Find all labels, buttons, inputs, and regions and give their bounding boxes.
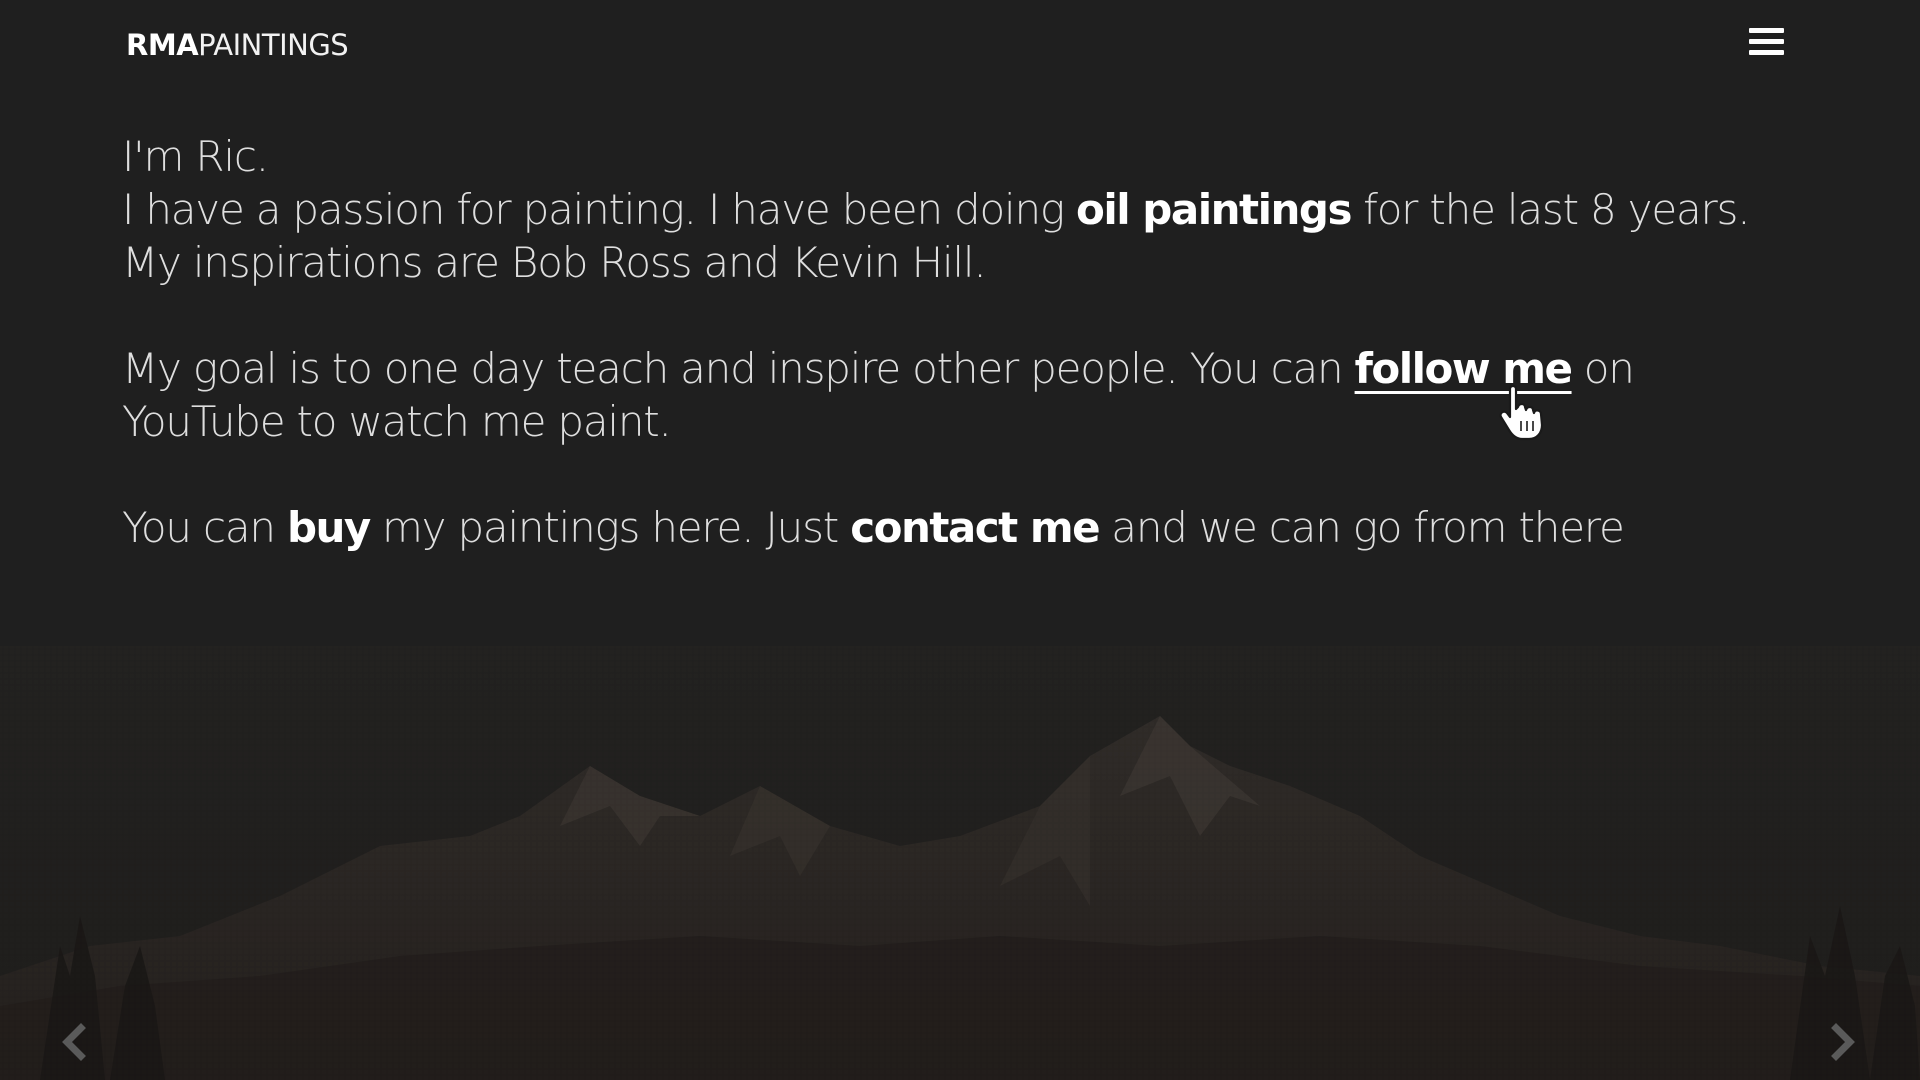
intro-buy: You can buy my paintings here. Just cont… [122, 501, 1802, 554]
hand-pointer-cursor-icon [1496, 383, 1556, 443]
intro-greeting: I'm Ric. [122, 132, 269, 181]
contact-me-link[interactable]: contact me [850, 503, 1100, 552]
intro-inspirations: My inspirations are Bob Ross and Kevin H… [122, 238, 987, 287]
intro-section: I'm Ric. I have a passion for painting. … [122, 130, 1802, 554]
carousel-next-button[interactable] [1826, 1022, 1860, 1062]
intro-passion-text-b: for the last 8 years. [1350, 185, 1751, 234]
mountain-painting-image [0, 646, 1920, 1080]
intro-buy-text-c: and we can go from there [1099, 503, 1625, 552]
chevron-left-icon [62, 1023, 86, 1061]
carousel-prev-button[interactable] [57, 1022, 91, 1062]
menu-button[interactable] [1744, 26, 1788, 60]
logo-light-text: PAINTINGS [198, 28, 349, 62]
oil-paintings-emphasis: oil paintings [1076, 185, 1352, 234]
intro-buy-text-a: You can [122, 503, 287, 552]
intro-goal-text-a: My goal is to one day teach and inspire … [122, 344, 1355, 393]
logo-bold-text: RMA [126, 28, 199, 62]
painting-carousel [0, 646, 1920, 1080]
page: RMAPAINTINGS I'm Ric. I have a passion f… [0, 0, 1920, 1080]
site-logo[interactable]: RMAPAINTINGS [126, 28, 349, 62]
buy-link[interactable]: buy [287, 503, 371, 552]
intro-passion: I have a passion for painting. I have be… [122, 183, 1802, 236]
intro-passion-text-a: I have a passion for painting. I have be… [122, 185, 1077, 234]
chevron-right-icon [1831, 1023, 1855, 1061]
site-header: RMAPAINTINGS [0, 0, 1920, 96]
intro-buy-text-b: my paintings here. Just [369, 503, 851, 552]
